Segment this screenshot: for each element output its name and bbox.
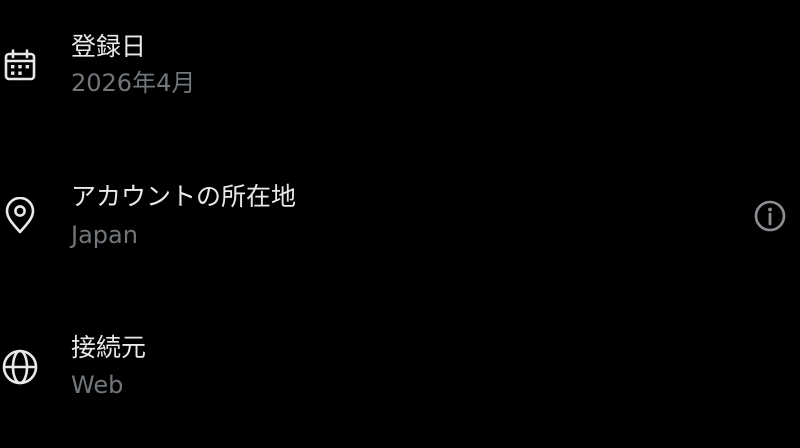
about-row-joined: 登録日 2026年4月 — [0, 30, 800, 110]
info-icon[interactable] — [752, 198, 788, 234]
joined-date: 2026年4月 — [71, 69, 196, 97]
globe-icon — [0, 347, 40, 387]
account-location-value: Japan — [71, 221, 138, 249]
location-pin-icon — [0, 196, 40, 236]
connected-via-label: 接続元 — [71, 333, 147, 362]
joined-label: 登録日 — [71, 32, 147, 61]
calendar-icon — [0, 45, 40, 85]
about-row-connected-via: 接続元 Web — [0, 333, 800, 413]
account-location-label: アカウントの所在地 — [71, 182, 297, 211]
about-row-location: アカウントの所在地 Japan — [0, 182, 800, 262]
connected-via-value: Web — [71, 371, 124, 399]
